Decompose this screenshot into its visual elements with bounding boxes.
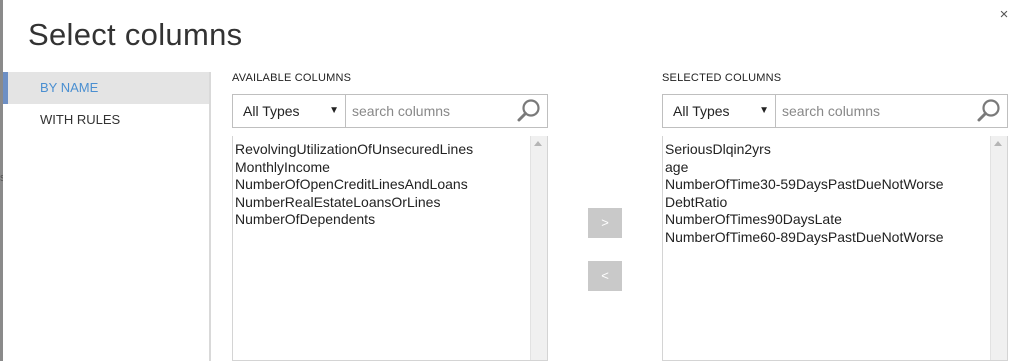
sidebar-item-by-name[interactable]: BY NAME [3, 72, 209, 104]
column-list-item[interactable]: NumberOfTime30-59DaysPastDueNotWorse [665, 176, 1007, 194]
chevron-down-icon: ▼ [759, 105, 769, 116]
column-list-item[interactable]: MonthlyIncome [235, 159, 547, 177]
search-icon[interactable] [516, 98, 542, 124]
available-scrollbar[interactable] [530, 136, 547, 360]
close-button[interactable]: × [995, 6, 1013, 24]
dialog-title: Select columns [28, 17, 243, 52]
available-search-input[interactable] [352, 95, 512, 127]
column-list-item[interactable]: NumberOfTime60-89DaysPastDueNotWorse [665, 229, 1007, 247]
available-type-dropdown[interactable]: All Types ▼ [232, 94, 346, 128]
remove-column-button[interactable]: < [588, 261, 622, 291]
selected-type-value: All Types [673, 103, 730, 119]
available-columns-list: RevolvingUtilizationOfUnsecuredLines Mont… [232, 136, 548, 361]
scroll-up-arrow-icon[interactable] [994, 141, 1002, 146]
column-list-item[interactable]: NumberOfTimes90DaysLate [665, 211, 1007, 229]
search-icon[interactable] [976, 98, 1002, 124]
selected-search-box [775, 94, 1008, 128]
selected-columns-list: SeriousDlqin2yrs age NumberOfTime30-59Days… [662, 136, 1008, 361]
chevron-down-icon: ▼ [329, 105, 339, 116]
column-list-item[interactable]: NumberRealEstateLoansOrLines [235, 194, 547, 212]
available-type-value: All Types [243, 103, 300, 119]
selected-search-input[interactable] [782, 95, 942, 127]
column-list-item[interactable]: NumberOfOpenCreditLinesAndLoans [235, 176, 547, 194]
column-list-item[interactable]: SeriousDlqin2yrs [665, 141, 1007, 159]
scroll-up-arrow-icon[interactable] [534, 141, 542, 146]
column-list-item[interactable]: age [665, 159, 1007, 177]
available-columns-title: AVAILABLE COLUMNS [232, 72, 352, 84]
column-list-item[interactable]: RevolvingUtilizationOfUnsecuredLines [235, 141, 547, 159]
selected-type-dropdown[interactable]: All Types ▼ [662, 94, 776, 128]
sidebar: BY NAME WITH RULES [3, 72, 211, 361]
selected-scrollbar[interactable] [990, 136, 1007, 360]
add-column-button[interactable]: > [588, 208, 622, 238]
available-search-box [345, 94, 548, 128]
selected-columns-title: SELECTED COLUMNS [662, 72, 782, 84]
sidebar-item-with-rules[interactable]: WITH RULES [3, 104, 209, 136]
column-list-item[interactable]: DebtRatio [665, 194, 1007, 212]
column-list-item[interactable]: NumberOfDependents [235, 211, 547, 229]
